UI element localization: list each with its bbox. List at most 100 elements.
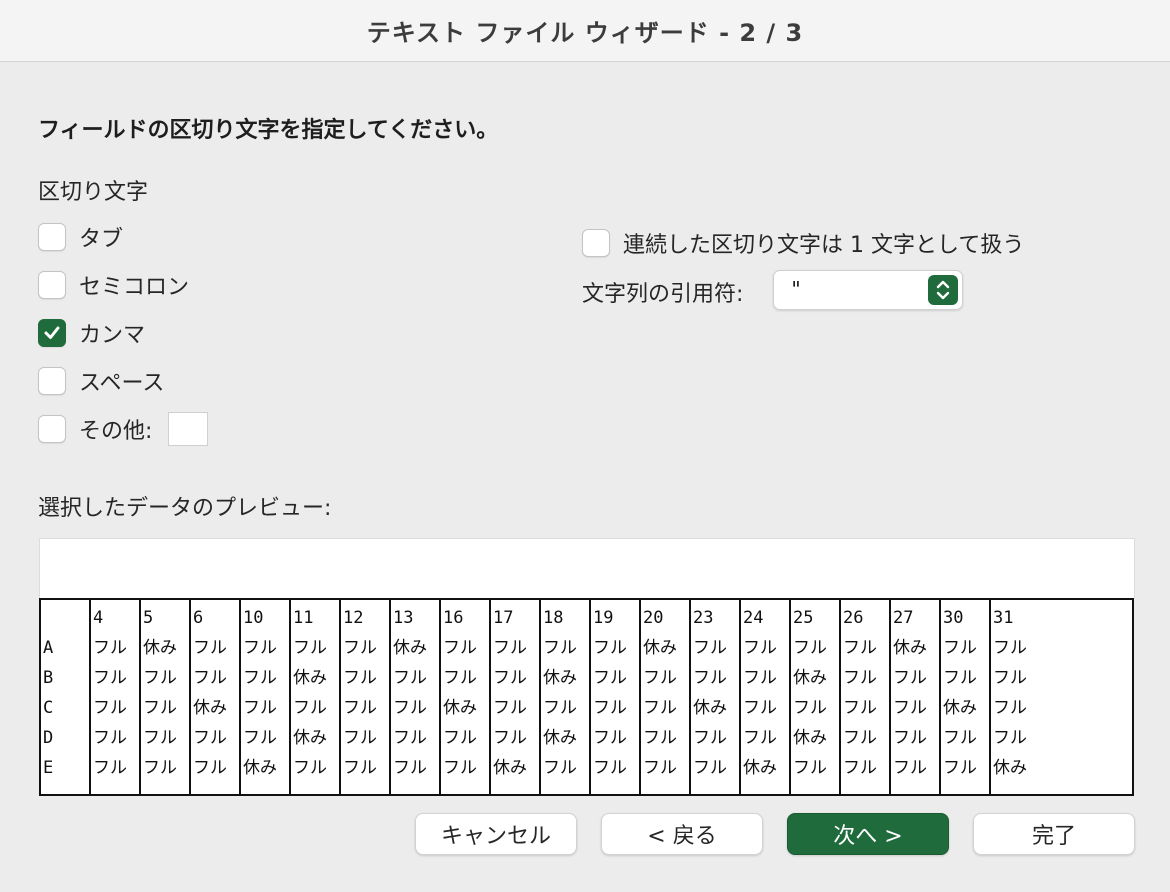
- preview-cell: 休み: [393, 638, 427, 658]
- finish-button[interactable]: 完了: [973, 813, 1135, 855]
- preview-column[interactable]: 4 フル フル フル フル フル: [91, 600, 141, 794]
- preview-column[interactable]: 17 フル フル フル フル 休み: [491, 600, 541, 794]
- preview-cell: フル: [493, 698, 527, 718]
- preview-column[interactable]: 12 フル フル フル フル フル: [341, 600, 391, 794]
- preview-cell: フル: [993, 728, 1027, 748]
- preview-cell: フル: [193, 668, 227, 688]
- preview-cell: フル: [143, 668, 177, 688]
- preview-column[interactable]: 31 フル フル フル フル 休み: [991, 600, 1132, 794]
- preview-cell: フル: [543, 698, 577, 718]
- window-title: テキスト ファイル ウィザード - 2 / 3: [366, 19, 804, 47]
- preview-cell: フル: [843, 668, 877, 688]
- preview-cell: フル: [93, 728, 127, 748]
- preview-cell: B: [43, 668, 54, 688]
- preview-cell: D: [43, 728, 54, 748]
- preview-cell: フル: [793, 758, 827, 778]
- preview-column[interactable]: 23 フル フル 休み フル フル: [691, 600, 741, 794]
- text-qualifier-select[interactable]: ": [773, 270, 963, 310]
- preview-cell: 休み: [293, 668, 327, 688]
- preview-column[interactable]: 26 フル フル フル フル フル: [841, 600, 891, 794]
- preview-cell: フル: [443, 728, 477, 748]
- preview-cell: フル: [693, 758, 727, 778]
- checkmark-icon: [44, 326, 60, 339]
- preview-column[interactable]: 11 フル 休み フル 休み フル: [291, 600, 341, 794]
- preview-cell: フル: [593, 728, 627, 748]
- preview-cell: フル: [193, 638, 227, 658]
- preview-cell: 休み: [543, 668, 577, 688]
- preview-cell: 休み: [893, 638, 927, 658]
- preview-header-cell: 27: [893, 608, 914, 628]
- delimiter-tab-option[interactable]: タブ: [38, 222, 123, 252]
- consecutive-checkbox[interactable]: [582, 229, 610, 257]
- preview-cell: フル: [693, 668, 727, 688]
- preview-cell: フル: [893, 758, 927, 778]
- preview-cell: フル: [643, 728, 677, 748]
- text-qualifier-label: 文字列の引用符:: [582, 282, 744, 307]
- consecutive-delimiters-option[interactable]: 連続した区切り文字は 1 文字として扱う: [582, 228, 1024, 258]
- back-button[interactable]: < 戻る: [601, 813, 763, 855]
- delimiter-comma-option[interactable]: カンマ: [38, 318, 145, 348]
- preview-cell: フル: [543, 758, 577, 778]
- data-preview-grid[interactable]: A B C D E 4 フル フル フル フル フル 5 休み フル フル フル フル 6 フル フル 休み フル フル 10…: [39, 598, 1134, 796]
- delimiter-semicolon-option[interactable]: セミコロン: [38, 270, 189, 300]
- other-label: その他:: [79, 419, 153, 444]
- preview-cell: 休み: [693, 698, 727, 718]
- semicolon-label: セミコロン: [79, 275, 190, 300]
- preview-column[interactable]: 10 フル フル フル フル 休み: [241, 600, 291, 794]
- space-label: スペース: [79, 371, 165, 396]
- preview-header-cell: 24: [743, 608, 764, 628]
- preview-cell: フル: [843, 728, 877, 748]
- preview-column[interactable]: 24 フル フル フル フル 休み: [741, 600, 791, 794]
- preview-cell: フル: [343, 728, 377, 748]
- preview-header-area: [39, 538, 1135, 598]
- preview-cell: フル: [643, 668, 677, 688]
- preview-cell: フル: [943, 638, 977, 658]
- preview-cell: 休み: [793, 728, 827, 748]
- instruction-heading: フィールドの区切り文字を指定してください。: [38, 118, 499, 143]
- preview-cell: フル: [743, 698, 777, 718]
- preview-cell: フル: [993, 698, 1027, 718]
- preview-column[interactable]: 19 フル フル フル フル フル: [591, 600, 641, 794]
- preview-column[interactable]: 25 フル 休み フル 休み フル: [791, 600, 841, 794]
- cancel-button[interactable]: キャンセル: [415, 813, 577, 855]
- semicolon-checkbox[interactable]: [38, 271, 66, 299]
- preview-cell: フル: [93, 698, 127, 718]
- title-bar: テキスト ファイル ウィザード - 2 / 3: [0, 0, 1170, 62]
- preview-cell: E: [43, 758, 54, 778]
- preview-cell: フル: [793, 698, 827, 718]
- delimiter-space-option[interactable]: スペース: [38, 366, 164, 396]
- preview-column[interactable]: 27 休み フル フル フル フル: [891, 600, 941, 794]
- preview-cell: フル: [843, 758, 877, 778]
- other-checkbox[interactable]: [38, 415, 66, 443]
- preview-header-cell: 17: [493, 608, 514, 628]
- preview-column[interactable]: 6 フル フル 休み フル フル: [191, 600, 241, 794]
- preview-header-cell: 4: [93, 608, 104, 628]
- preview-column[interactable]: 13 休み フル フル フル フル: [391, 600, 441, 794]
- preview-column[interactable]: 5 休み フル フル フル フル: [141, 600, 191, 794]
- preview-cell: フル: [193, 728, 227, 748]
- preview-column[interactable]: 16 フル フル 休み フル フル: [441, 600, 491, 794]
- preview-cell: フル: [843, 638, 877, 658]
- delimiter-other-option[interactable]: その他:: [38, 412, 209, 446]
- preview-header-cell: 16: [443, 608, 464, 628]
- next-button[interactable]: 次へ >: [787, 813, 949, 855]
- chevron-updown-icon: [928, 275, 958, 305]
- preview-cell: フル: [793, 638, 827, 658]
- tab-checkbox[interactable]: [38, 223, 66, 251]
- preview-cell: フル: [843, 698, 877, 718]
- preview-cell: フル: [593, 698, 627, 718]
- preview-header-cell: 10: [243, 608, 264, 628]
- preview-cell: フル: [143, 728, 177, 748]
- preview-column[interactable]: 30 フル フル 休み フル フル: [941, 600, 991, 794]
- preview-cell: 休み: [793, 668, 827, 688]
- other-delimiter-input[interactable]: [168, 412, 209, 446]
- preview-header-cell: 11: [293, 608, 314, 628]
- preview-column[interactable]: 18 フル 休み フル 休み フル: [541, 600, 591, 794]
- preview-cell: C: [43, 698, 54, 718]
- space-checkbox[interactable]: [38, 367, 66, 395]
- preview-header-cell: 31: [993, 608, 1014, 628]
- preview-column[interactable]: 20 休み フル フル フル フル: [641, 600, 691, 794]
- preview-column[interactable]: ABCDE: [41, 600, 91, 794]
- comma-checkbox[interactable]: [38, 319, 66, 347]
- preview-cell: フル: [193, 758, 227, 778]
